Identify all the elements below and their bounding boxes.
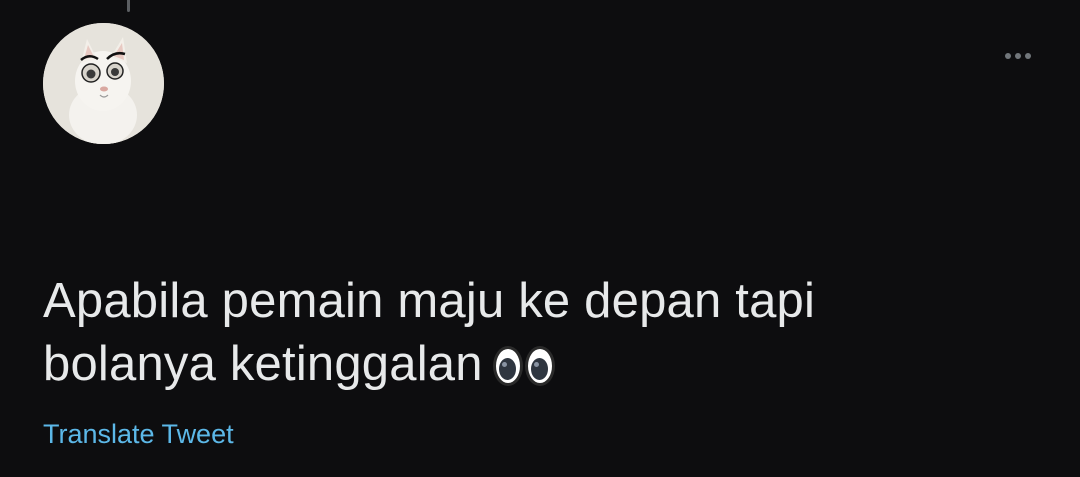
translate-tweet-link[interactable]: Translate Tweet — [43, 418, 234, 450]
tweet-body: Apabila pemain maju ke depan tapi bolany… — [43, 270, 1043, 396]
right-eye-icon — [524, 346, 555, 386]
left-eye-icon — [492, 346, 523, 386]
more-dot-icon — [1025, 53, 1031, 59]
more-options-button[interactable] — [996, 42, 1040, 70]
eyes-emoji-icon — [492, 346, 555, 386]
cat-avatar-image — [43, 23, 164, 144]
thread-connector-line — [127, 0, 130, 12]
more-dot-icon — [1015, 53, 1021, 59]
user-avatar[interactable] — [43, 23, 164, 144]
tweet-text: Apabila pemain maju ke depan tapi bolany… — [43, 274, 816, 391]
more-dot-icon — [1005, 53, 1011, 59]
